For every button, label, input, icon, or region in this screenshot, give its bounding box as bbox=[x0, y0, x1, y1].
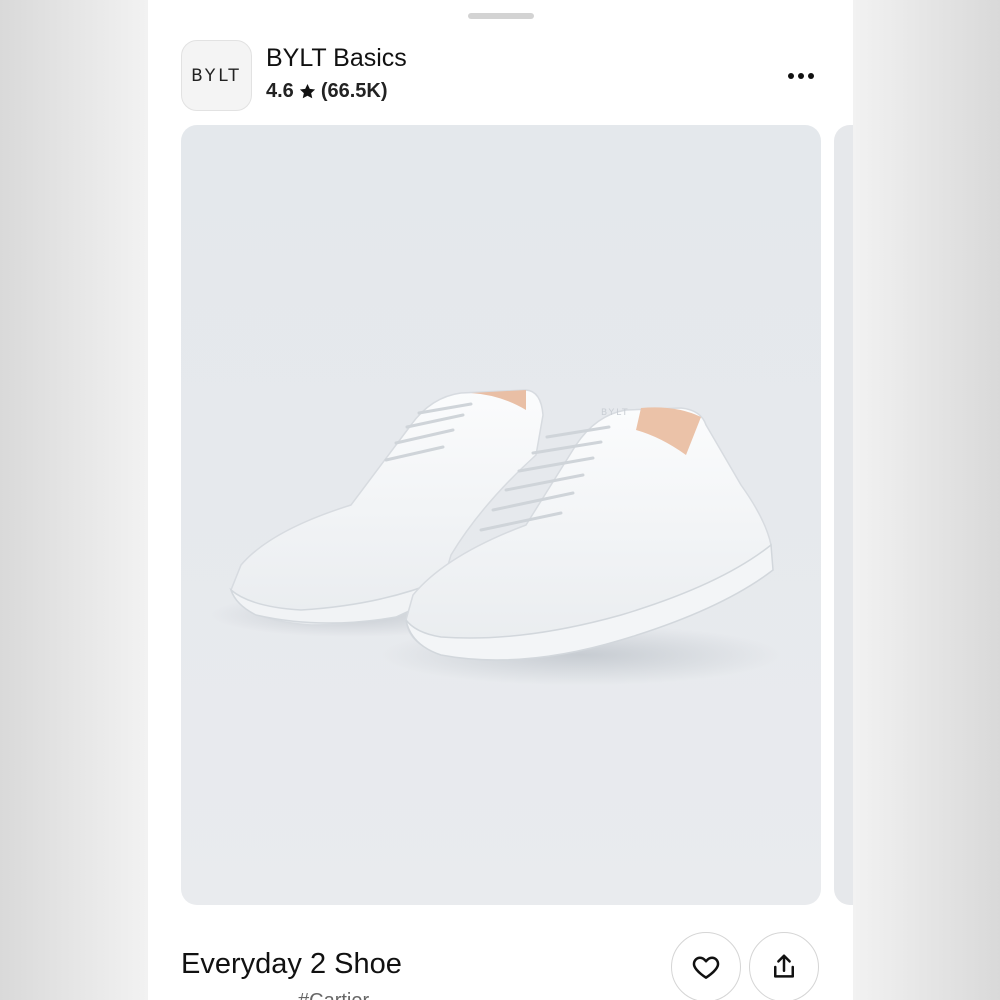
shop-header: BYLT BYLT Basics 4.6 (66.5K) bbox=[181, 40, 821, 112]
share-icon bbox=[774, 954, 794, 978]
sneakers-illustration: BYLT bbox=[211, 389, 781, 685]
shop-rating: 4.6 (66.5K) bbox=[266, 80, 388, 103]
shop-logo[interactable]: BYLT bbox=[181, 40, 252, 111]
shop-logo-text: BYLT bbox=[191, 65, 242, 86]
review-count: (66.5K) bbox=[320, 80, 388, 102]
favorite-button[interactable] bbox=[671, 932, 741, 1000]
product-image[interactable]: BYLT bbox=[181, 125, 821, 905]
rating-value: 4.6 bbox=[266, 80, 294, 102]
more-horizontal-icon bbox=[788, 73, 794, 79]
product-sheet: BYLT BYLT Basics 4.6 (66.5K) BYLT Everyd… bbox=[148, 0, 853, 1000]
svg-text:BYLT: BYLT bbox=[601, 408, 629, 418]
product-title: Everyday 2 Shoe bbox=[181, 948, 402, 980]
more-options-button[interactable] bbox=[781, 62, 821, 90]
product-subtitle: #Cartier bbox=[298, 990, 369, 1000]
sheet-grabber[interactable] bbox=[468, 13, 534, 19]
star-icon bbox=[299, 83, 315, 99]
shop-name[interactable]: BYLT Basics bbox=[266, 44, 407, 73]
share-button[interactable] bbox=[749, 932, 819, 1000]
next-image-peek[interactable] bbox=[834, 125, 853, 905]
heart-icon bbox=[692, 956, 720, 979]
